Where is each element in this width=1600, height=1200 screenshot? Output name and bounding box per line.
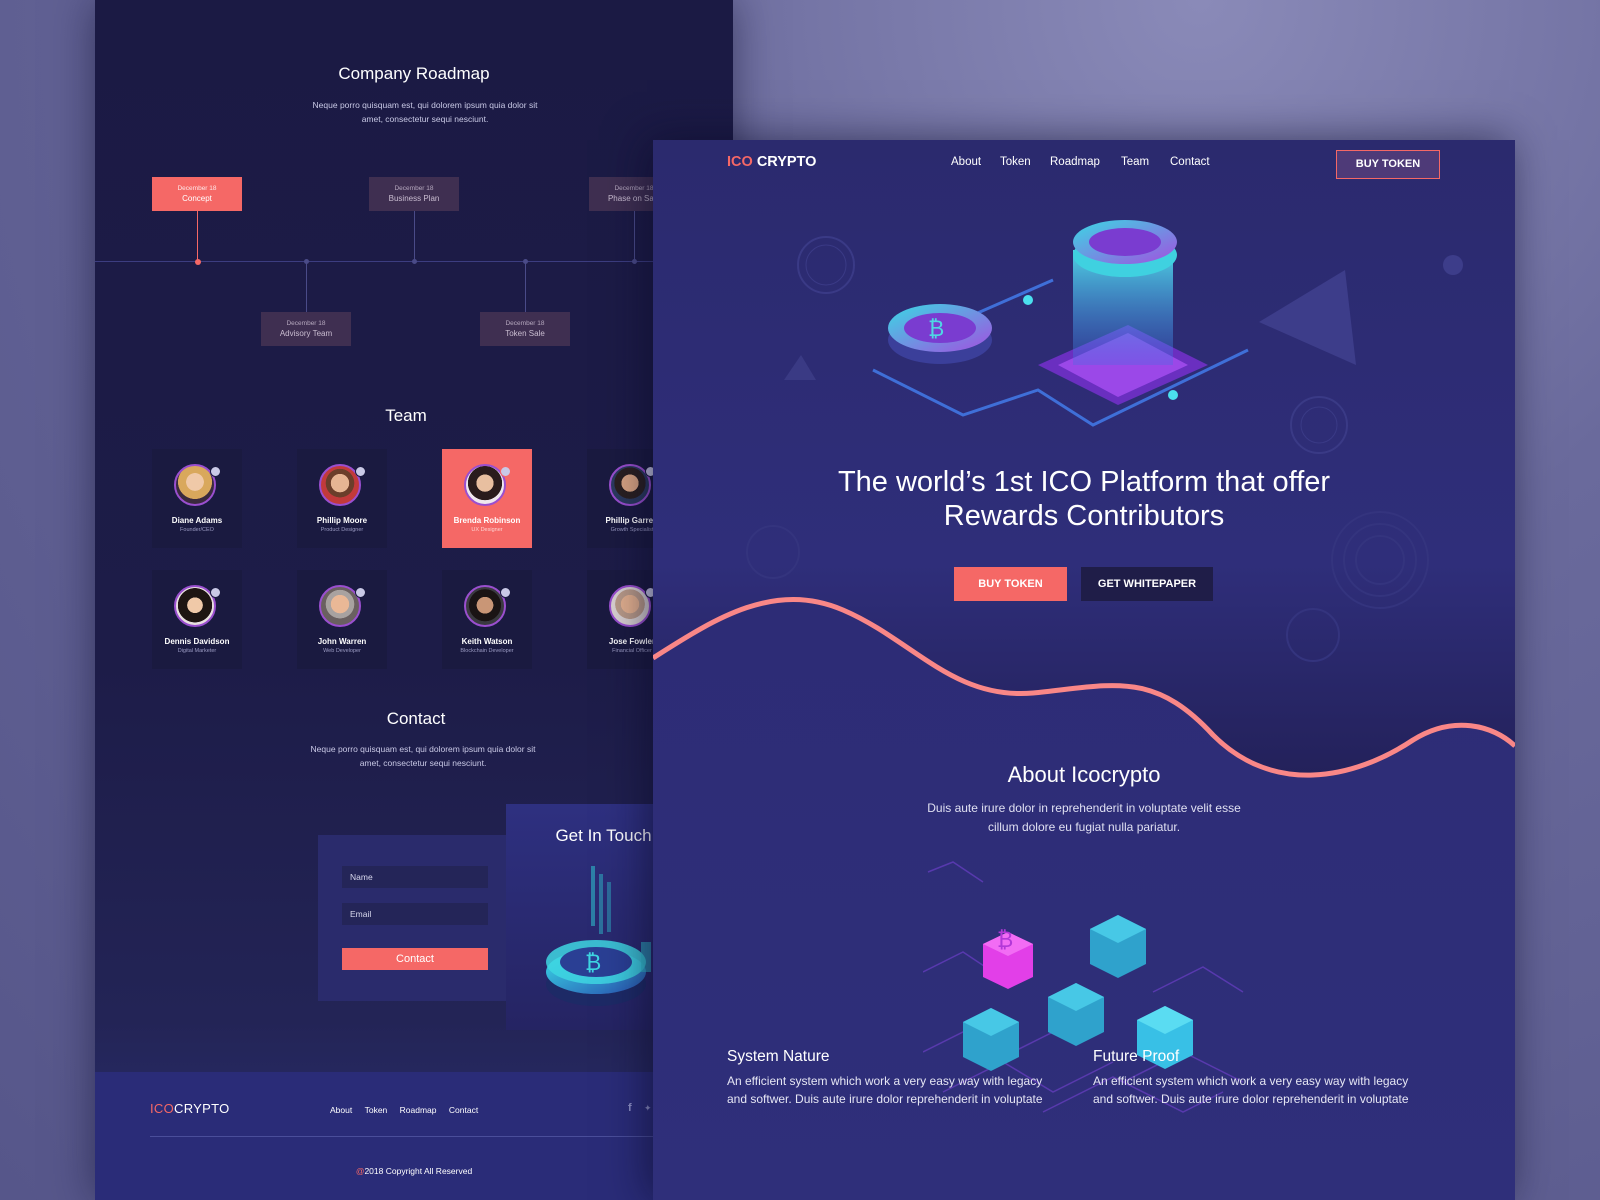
team-card[interactable]: Dennis Davidson Digital Marketer	[152, 570, 242, 669]
linkedin-icon[interactable]	[500, 587, 511, 598]
roadmap-item-advisory-team[interactable]: December 18 Advisory Team	[261, 312, 351, 346]
footer-nav: About Token Roadmap Contact	[330, 1105, 478, 1115]
copyright: @2018 Copyright All Reserved	[355, 1166, 473, 1176]
linkedin-icon[interactable]	[355, 466, 366, 477]
name-field[interactable]: Name	[342, 866, 488, 888]
linkedin-icon[interactable]	[355, 587, 366, 598]
member-name: Diane Adams	[171, 516, 223, 525]
nav-roadmap[interactable]: Roadmap	[1050, 156, 1100, 168]
twitter-icon[interactable]: ✦	[644, 1103, 652, 1114]
member-role: Product Designer	[320, 527, 364, 533]
contact-button[interactable]: Contact	[342, 948, 488, 970]
contact-title: Contact	[386, 709, 446, 728]
nav-token[interactable]: Token	[1000, 156, 1031, 168]
team-card[interactable]: John Warren Web Developer	[297, 570, 387, 669]
team-card[interactable]: Diane Adams Founder/CEO	[152, 449, 242, 548]
roadmap-stem	[306, 261, 307, 312]
crypto-hero-illustration: ₿	[872, 220, 1249, 427]
bitcoin-coin-illustration: ₿	[546, 866, 662, 1006]
nav-about[interactable]: About	[951, 156, 981, 168]
team-card-highlighted[interactable]: Brenda Robinson UX Designer	[442, 449, 532, 548]
svg-text:₿: ₿	[585, 951, 601, 976]
contact-subtitle: Neque porro quisquam est, qui dolorem ip…	[310, 744, 536, 768]
team-title: Team	[385, 406, 427, 425]
member-name: John Warren	[317, 637, 367, 646]
roadmap-dot	[304, 259, 309, 264]
about-title: About Icocrypto	[1007, 762, 1161, 787]
nav-buy-token-button[interactable]: BUY TOKEN	[1336, 150, 1440, 179]
roadmap-stem	[414, 211, 415, 261]
member-role: Blockchain Developer	[460, 648, 514, 654]
hero-title: The world’s 1st ICO Platform that offer …	[837, 466, 1331, 532]
nav-contact[interactable]: Contact	[1170, 156, 1210, 168]
roadmap-item-concept[interactable]: December 18 Concept	[152, 177, 242, 211]
member-role: Digital Marketer	[177, 648, 217, 654]
team-card[interactable]: Phillip Moore Product Designer	[297, 449, 387, 548]
footer: ICOCRYPTO About Token Roadmap Contact f …	[95, 1072, 733, 1200]
roadmap-stem	[525, 261, 526, 312]
right-page-preview: ₿ ICO CRYPTO About Token Roadmap Team Co…	[653, 140, 1515, 1200]
roadmap-item-business-plan[interactable]: December 18 Business Plan	[369, 177, 459, 211]
logo[interactable]: ICO CRYPTO	[727, 154, 816, 170]
feature-title-system-nature: System Nature	[727, 1048, 830, 1065]
footer-link-contact[interactable]: Contact	[449, 1105, 478, 1115]
member-role: Founder/CEO	[180, 527, 214, 533]
team-card[interactable]: Keith Watson Blockchain Developer	[442, 570, 532, 669]
member-role: Web Developer	[323, 648, 361, 654]
footer-link-token[interactable]: Token	[365, 1105, 388, 1115]
facebook-icon[interactable]: f	[628, 1102, 632, 1114]
roadmap-subtitle: Neque porro quisquam est, qui dolorem ip…	[312, 100, 538, 124]
member-name: Dennis Davidson	[164, 637, 230, 646]
roadmap-dot	[632, 259, 637, 264]
email-field[interactable]: Email	[342, 903, 488, 925]
member-name: Brenda Robinson	[453, 516, 521, 525]
linkedin-icon[interactable]	[210, 587, 221, 598]
footer-logo[interactable]: ICOCRYPTO	[150, 1101, 230, 1116]
about-text: Duis aute irure dolor in reprehenderit i…	[927, 801, 1241, 834]
roadmap-dot	[523, 259, 528, 264]
contact-form: Name Email Contact	[318, 835, 506, 1001]
member-name: Keith Watson	[461, 637, 513, 646]
footer-link-about[interactable]: About	[330, 1105, 352, 1115]
svg-text:₿: ₿	[997, 928, 1013, 953]
feature-title-future-proof: Future Proof	[1093, 1048, 1180, 1065]
roadmap-title: Company Roadmap	[338, 64, 490, 83]
roadmap-dot	[412, 259, 417, 264]
get-whitepaper-button[interactable]: GET WHITEPAPER	[1081, 567, 1213, 601]
member-role: UX Designer	[471, 527, 503, 533]
hero-buy-token-button[interactable]: BUY TOKEN	[954, 567, 1067, 601]
feature-text-system-nature: An efficient system which work a very ea…	[727, 1074, 1043, 1106]
member-name: Phillip Moore	[316, 516, 368, 525]
roadmap-stem	[197, 211, 198, 261]
footer-link-roadmap[interactable]: Roadmap	[400, 1105, 437, 1115]
linkedin-icon[interactable]	[500, 466, 511, 477]
svg-text:₿: ₿	[928, 317, 944, 342]
left-page-preview: Company Roadmap Neque porro quisquam est…	[95, 0, 733, 1200]
roadmap-item-token-sale[interactable]: December 18 Token Sale	[480, 312, 570, 346]
roadmap-stem	[634, 211, 635, 261]
nav-team[interactable]: Team	[1121, 156, 1149, 168]
feature-text-future-proof: An efficient system which work a very ea…	[1093, 1074, 1409, 1106]
footer-divider	[150, 1136, 733, 1137]
linkedin-icon[interactable]	[210, 466, 221, 477]
roadmap-dot	[195, 259, 201, 265]
